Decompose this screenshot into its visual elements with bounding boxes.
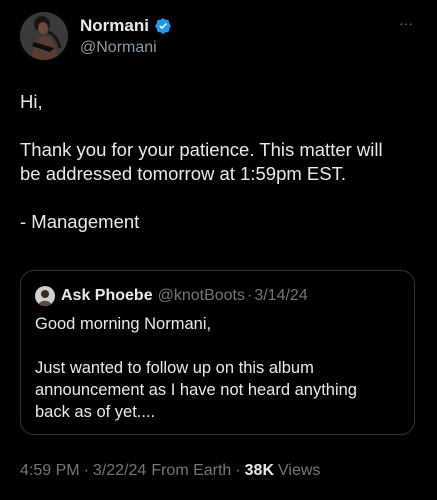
author-display-name[interactable]: Normani — [80, 16, 149, 36]
tweet-line: Thank you for your patience. This matter… — [20, 139, 383, 160]
tweet-source: From Earth — [151, 462, 232, 479]
author-name-row: Normani — [80, 15, 172, 37]
author-handle[interactable]: @Normani — [80, 39, 157, 57]
quoted-handle[interactable]: @knotBoots — [158, 287, 245, 305]
profile-photo-icon — [20, 12, 68, 60]
quoted-tweet-header: Ask Phoebe @knotBoots · 3/14/24 — [35, 285, 308, 307]
tweet-body: Hi, Thank you for your patience. This ma… — [20, 90, 420, 234]
tweet-date[interactable]: 3/22/24 — [93, 462, 146, 480]
tweet-line: Hi, — [20, 91, 43, 112]
verified-badge-icon — [154, 17, 172, 35]
author-avatar[interactable] — [20, 12, 68, 60]
quoted-avatar-icon — [35, 286, 55, 306]
tweet-time[interactable]: 4:59 PM — [20, 462, 80, 480]
tweet-meta: 4:59 PM · 3/22/24 From Earth · 38K Views — [20, 460, 320, 482]
tweet-line: be addressed tomorrow at 1:59pm EST. — [20, 163, 346, 184]
views-label: Views — [278, 462, 321, 479]
tweet-header: Normani @Normani ··· — [20, 12, 420, 60]
quoted-line: announcement as I have not heard anythin… — [35, 381, 357, 399]
quoted-tweet-body: Good morning Normani, Just wanted to fol… — [35, 313, 405, 423]
quoted-line: Good morning Normani, — [35, 315, 212, 333]
views-count[interactable]: 38K — [245, 462, 274, 480]
quoted-display-name[interactable]: Ask Phoebe — [61, 287, 153, 305]
quoted-tweet[interactable]: Ask Phoebe @knotBoots · 3/14/24 Good mor… — [20, 270, 415, 435]
more-dots-icon[interactable]: ··· — [396, 16, 416, 32]
quoted-author-avatar[interactable] — [35, 286, 55, 306]
quoted-separator: · — [247, 287, 253, 304]
quoted-date[interactable]: 3/14/24 — [254, 287, 307, 305]
meta-separator: · — [83, 462, 89, 479]
quoted-line: Just wanted to follow up on this album — [35, 359, 314, 377]
tweet-line: - Management — [20, 211, 140, 232]
quoted-line: back as of yet.... — [35, 403, 156, 421]
meta-separator: · — [235, 462, 241, 479]
